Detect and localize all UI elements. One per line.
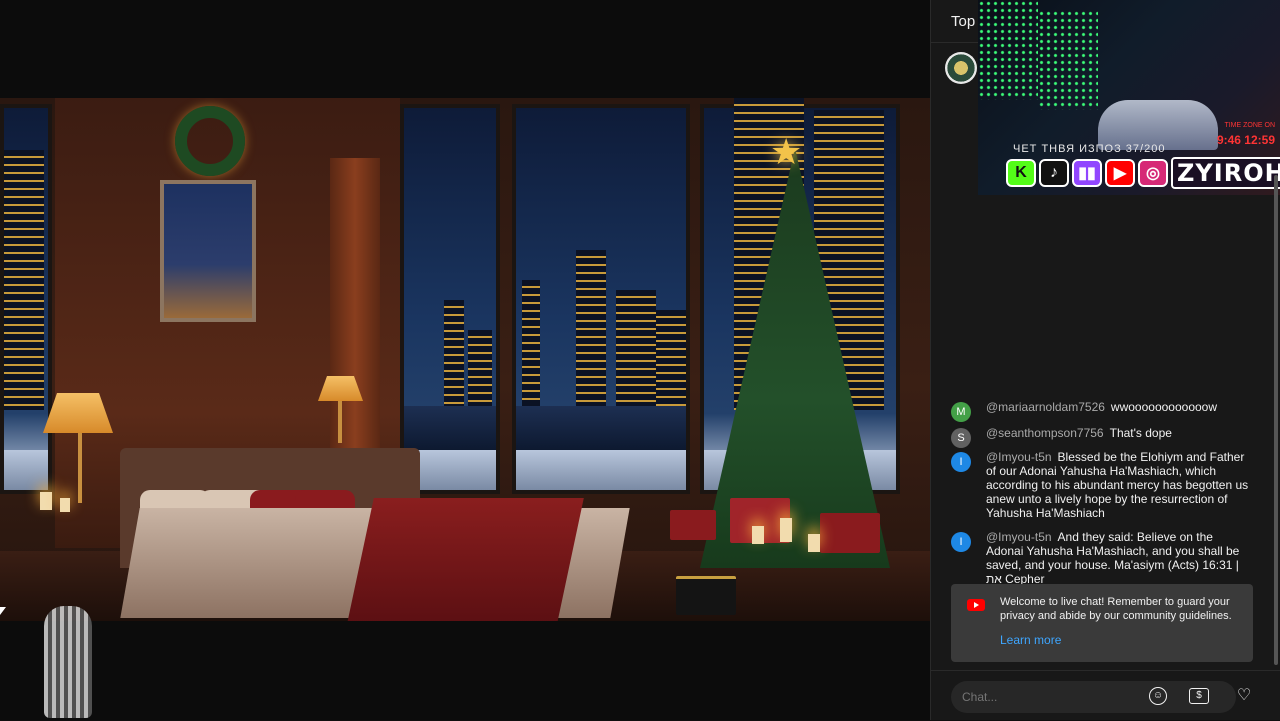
chat-message: S @seanthompson7756 That's dope: [951, 426, 1251, 448]
bed: [120, 448, 630, 621]
overlay-clock: 9:46 12:59: [1216, 133, 1275, 147]
avatar[interactable]: I: [951, 452, 971, 472]
window-left: [0, 104, 52, 494]
chat-messages: M @mariaarnoldam7526 wwoooooooooooow S @s…: [951, 400, 1251, 592]
welcome-banner: Welcome to live chat! Remember to guard …: [951, 584, 1253, 662]
chat-scrollbar[interactable]: [1274, 175, 1278, 665]
christmas-wreath: [175, 106, 245, 176]
overlay-time-label: TIME ZONE ON: [1224, 122, 1275, 129]
tree-star-icon: ★: [770, 131, 803, 172]
avatar[interactable]: S: [951, 428, 971, 448]
twitch-icon: ▮▮: [1072, 159, 1102, 187]
chat-message: M @mariaarnoldam7526 wwoooooooooooow: [951, 400, 1251, 422]
avatar[interactable]: M: [951, 402, 971, 422]
message-author[interactable]: @mariaarnoldam7526: [986, 400, 1105, 414]
mouse-cursor-icon: [0, 607, 6, 615]
streamer-webcam-overlay: ЧЕТ ТНВЯ ИЗПОЗ 37/200 TIME ZONE ON 9:46 …: [978, 0, 1280, 195]
message-author[interactable]: @Imyou-t5n: [986, 450, 1052, 464]
welcome-text: Welcome to live chat! Remember to guard …: [1000, 596, 1232, 622]
live-chat-panel: Top ЧЕТ ТНВЯ ИЗПОЗ 37/200 TIME ZONE ON 9…: [930, 0, 1280, 720]
chat-message: I @Imyou-t5n And they said: Believe on th…: [951, 530, 1251, 586]
window-middle: [400, 104, 500, 494]
wall-painting: [160, 180, 256, 322]
dollar-icon[interactable]: $: [1189, 688, 1209, 704]
chat-mode-selector[interactable]: Top: [951, 13, 975, 30]
window-main: [512, 104, 690, 494]
youtube-icon: [967, 599, 985, 611]
youtube-icon: ▶: [1105, 159, 1135, 187]
emoji-icon[interactable]: ☺: [1149, 687, 1167, 705]
streamer-handle: ZYIROH: [1171, 157, 1280, 189]
tiktok-icon: ♪: [1039, 159, 1069, 187]
kick-icon: K: [1006, 159, 1036, 187]
message-author[interactable]: @Imyou-t5n: [986, 530, 1052, 544]
message-author[interactable]: @seanthompson7756: [986, 426, 1104, 440]
learn-more-link[interactable]: Learn more: [1000, 633, 1061, 647]
message-text: wwoooooooooooow: [1110, 400, 1218, 414]
chat-input-row: ☺ $ ♡: [931, 670, 1280, 721]
chat-message: I @Imyou-t5n Blessed be the Elohiym and F…: [951, 450, 1251, 520]
pinned-channel-avatar[interactable]: [945, 52, 977, 84]
avatar[interactable]: I: [951, 532, 971, 552]
overlay-scroll-text: ЧЕТ ТНВЯ ИЗПОЗ 37/200: [1013, 143, 1166, 155]
heart-icon[interactable]: ♡: [1233, 685, 1255, 707]
social-links: K ♪ ▮▮ ▶ ◎ ZYIROH: [1006, 157, 1280, 189]
video-frame[interactable]: ★: [0, 98, 930, 621]
microphone-overlay-icon: [44, 606, 92, 718]
instagram-icon: ◎: [1138, 159, 1168, 187]
video-player[interactable]: ★: [0, 0, 930, 720]
message-text: That's dope: [1109, 426, 1172, 440]
